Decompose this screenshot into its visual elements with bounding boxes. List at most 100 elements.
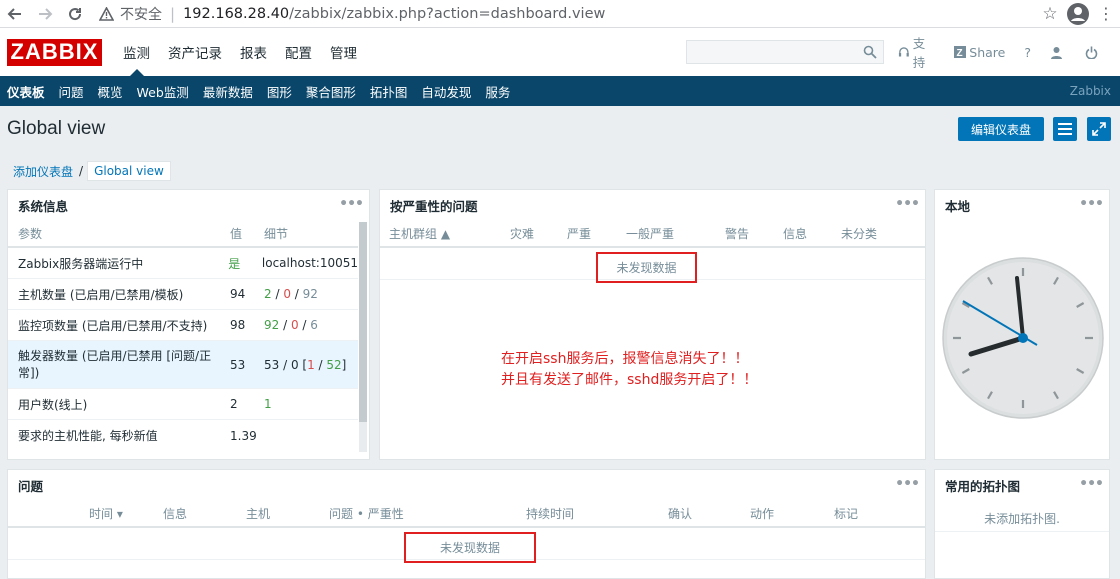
row-param: 用户数(线上) <box>18 397 88 412</box>
col-duration: 持续时间 <box>526 506 575 521</box>
subnav-overview[interactable]: 概览 <box>91 76 130 106</box>
problems-title: 问题 ••• <box>8 470 925 500</box>
row-value: 是 <box>228 256 241 271</box>
severity-header: 主机群组 ▲ 灾难 严重 一般严重 警告 信息 未分类 <box>380 220 925 248</box>
scrollbar[interactable] <box>359 222 367 452</box>
menu-inventory[interactable]: 资产记录 <box>159 28 231 76</box>
search-icon[interactable] <box>863 45 877 62</box>
detail-enabled: 2 <box>264 287 272 301</box>
maps-empty: 未添加拓扑图. <box>935 500 1109 532</box>
problems-header: 时间 ▾ 信息 主机 问题 • 严重性 持续时间 确认 动作 标记 <box>8 500 925 528</box>
detail-unsupported: 6 <box>310 318 318 332</box>
fullscreen-icon[interactable] <box>1087 117 1111 141</box>
row-value: 94 <box>230 287 246 301</box>
system-info-widget: 系统信息 ••• 参数 值 细节 Zabbix服务器端运行中 是 localho… <box>7 189 370 460</box>
subnav-dashboard[interactable]: 仪表板 <box>0 76 52 106</box>
col-param: 参数 <box>18 226 43 241</box>
support-link[interactable]: 支持 <box>898 33 935 71</box>
menu-reports[interactable]: 报表 <box>231 28 276 76</box>
severity-title-text: 按严重性的问题 <box>390 198 478 214</box>
table-row: 要求的主机性能, 每秒新值 1.39 <box>8 420 358 451</box>
help-icon[interactable]: ? <box>1024 45 1031 60</box>
sub-nav: 仪表板 问题 概览 Web监测 最新数据 图形 聚合图形 拓扑图 自动发现 服务… <box>0 76 1120 106</box>
row-param: Zabbix服务器端运行中 <box>18 256 144 271</box>
maps-title-text: 常用的拓扑图 <box>945 478 1021 494</box>
menu-monitoring[interactable]: 监测 <box>114 28 159 76</box>
subnav-latest-data[interactable]: 最新数据 <box>196 76 260 106</box>
warning-icon <box>98 6 114 22</box>
subnav-graphs[interactable]: 图形 <box>260 76 299 106</box>
header-links: 支持 Z Share ? <box>898 36 1120 70</box>
subnav-web[interactable]: Web监测 <box>130 76 196 106</box>
detail-enabled: 92 <box>264 318 280 332</box>
breadcrumb-current[interactable]: Global view <box>87 161 171 181</box>
row-value: 98 <box>230 318 246 332</box>
main-menu: 监测 资产记录 报表 配置 管理 <box>114 28 366 76</box>
share-link[interactable]: Z Share <box>954 45 1005 60</box>
col-details: 细节 <box>264 226 289 241</box>
top-header: ZABBIX 监测 资产记录 报表 配置 管理 支持 Z Share ? <box>0 28 1120 76</box>
widget-menu-icon[interactable]: ••• <box>895 196 920 212</box>
subnav-discovery[interactable]: 自动发现 <box>414 76 478 106</box>
search-input[interactable] <box>686 40 884 64</box>
bookmark-star-icon[interactable]: ☆ <box>1036 4 1064 24</box>
detail-suffix: ] <box>341 357 347 372</box>
breadcrumb: 添加仪表盘 / Global view <box>7 160 171 182</box>
row-detail: 2 / 0 / 92 <box>264 287 318 301</box>
col-time[interactable]: 时间 ▾ <box>89 505 163 522</box>
row-detail: localhost:10051 <box>261 256 358 270</box>
breadcrumb-add-dashboard[interactable]: 添加仪表盘 <box>7 163 79 180</box>
row-detail: 1 <box>264 397 272 411</box>
subnav-brand: Zabbix <box>1069 84 1111 98</box>
col-host-group[interactable]: 主机群组 ▲ <box>389 225 510 242</box>
detail-problem: 1 <box>307 357 315 372</box>
annotation-line-1: 在开启ssh服务后，报警信息消失了！！ <box>501 351 749 367</box>
clock-widget: 本地 ••• <box>934 189 1110 460</box>
subnav-problems[interactable]: 问题 <box>52 76 91 106</box>
subnav-screens[interactable]: 聚合图形 <box>299 76 363 106</box>
col-warning: 警告 <box>725 226 750 241</box>
row-param: 主机数量 (已启用/已禁用/模板) <box>18 287 184 302</box>
forward-arrow-icon[interactable] <box>30 0 60 28</box>
page-title: Global view <box>7 118 106 139</box>
widget-menu-icon[interactable]: ••• <box>1079 476 1104 492</box>
system-info-title: 系统信息 ••• <box>8 190 369 220</box>
detail-disabled: 0 <box>290 318 299 332</box>
table-row: 监控项数量 (已启用/已禁用/不支持) 98 92 / 0 / 6 <box>8 310 358 341</box>
back-arrow-icon[interactable] <box>0 0 30 28</box>
share-label: Share <box>969 44 1006 60</box>
browser-toolbar: 不安全 | 192.168.28.40/zabbix/zabbix.php?ac… <box>0 0 1120 28</box>
sign-out-icon[interactable] <box>1085 46 1101 59</box>
scrollbar-thumb[interactable] <box>359 222 367 422</box>
edit-dashboard-button[interactable]: 编辑仪表盘 <box>958 117 1044 141</box>
zabbix-logo[interactable]: ZABBIX <box>7 38 102 66</box>
menu-administration[interactable]: 管理 <box>321 28 366 76</box>
subnav-services[interactable]: 服务 <box>478 76 517 106</box>
row-detail: 53 / 0 [1 / 52] <box>264 357 347 372</box>
table-row: 主机数量 (已启用/已禁用/模板) 94 2 / 0 / 92 <box>8 279 358 310</box>
dashboard-menu-icon[interactable] <box>1053 117 1077 141</box>
col-problem-severity: 问题 • 严重性 <box>329 506 404 521</box>
widget-menu-icon[interactable]: ••• <box>1079 196 1104 212</box>
col-info: 信息 <box>163 506 188 521</box>
clock-title: 本地 ••• <box>935 190 1109 220</box>
widget-menu-icon[interactable]: ••• <box>895 476 920 492</box>
address-bar[interactable]: 不安全 | 192.168.28.40/zabbix/zabbix.php?ac… <box>98 0 1036 28</box>
breadcrumb-separator: / <box>79 164 84 178</box>
user-profile-icon[interactable] <box>1050 46 1066 59</box>
favorite-maps-widget: 常用的拓扑图 ••• 未添加拓扑图. <box>934 469 1110 579</box>
subnav-maps[interactable]: 拓扑图 <box>363 76 415 106</box>
problems-no-data: 未发现数据 <box>404 532 536 563</box>
support-label: 支持 <box>912 36 926 70</box>
reload-icon[interactable] <box>60 0 90 28</box>
profile-avatar-icon[interactable] <box>1064 0 1092 28</box>
url-text: 192.168.28.40/zabbix/zabbix.php?action=d… <box>183 6 605 22</box>
detail-disabled: 0 <box>283 287 291 301</box>
col-high: 严重 <box>567 226 592 241</box>
menu-configuration[interactable]: 配置 <box>276 28 321 76</box>
clock-title-text: 本地 <box>945 198 971 214</box>
widget-menu-icon[interactable]: ••• <box>339 196 364 212</box>
browser-menu-icon[interactable]: ⋮ <box>1092 4 1120 23</box>
col-average: 一般严重 <box>626 226 675 241</box>
row-param: 要求的主机性能, 每秒新值 <box>18 429 158 443</box>
